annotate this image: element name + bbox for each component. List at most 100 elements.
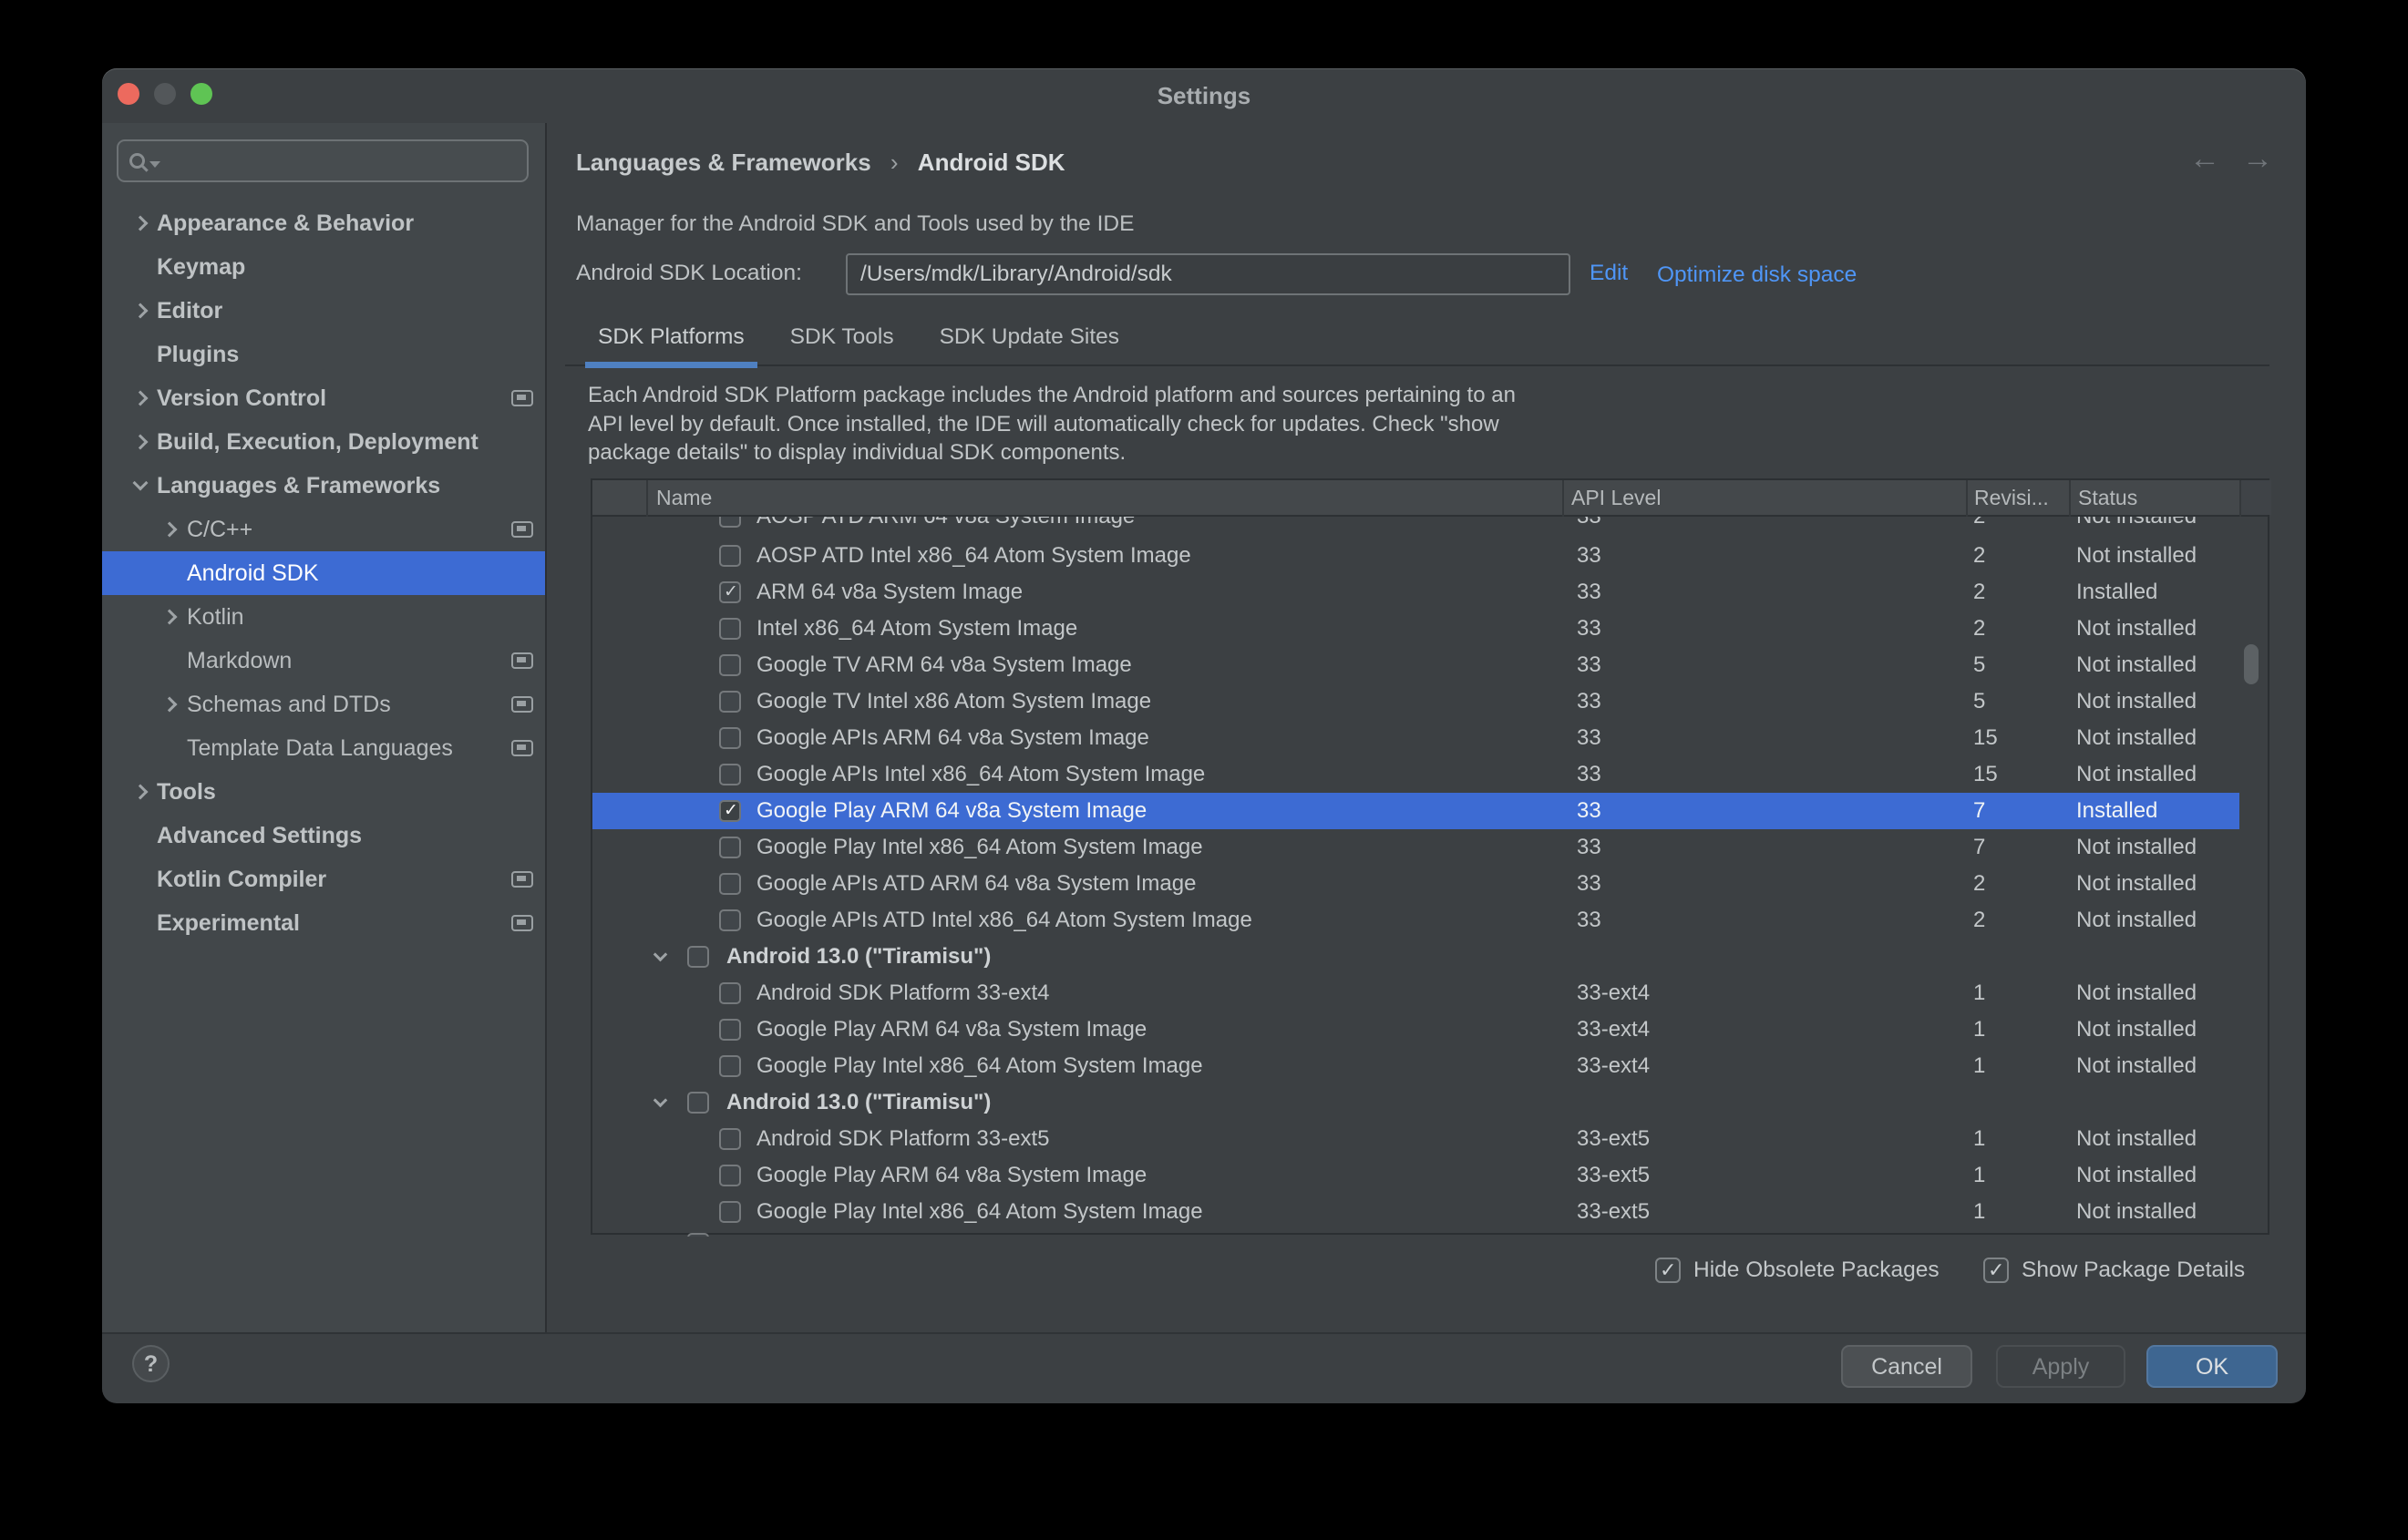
table-row-clipped[interactable]: ✓ — [592, 1230, 2268, 1237]
chevron-right-icon[interactable] — [133, 435, 149, 450]
table-row[interactable]: ✓ Google APIs ATD Intel x86_64 Atom Syst… — [592, 902, 2239, 939]
row-checkbox[interactable]: ✓ — [719, 618, 741, 640]
apply-button[interactable]: Apply — [1996, 1345, 2125, 1388]
chevron-down-icon[interactable] — [133, 476, 149, 491]
table-row[interactable]: ✓ Android SDK Platform 33-ext5 33-ext5 1… — [592, 1121, 2239, 1157]
chevron-right-icon[interactable] — [162, 697, 178, 713]
row-checkbox[interactable]: ✓ — [719, 581, 741, 603]
sidebar-item-languages-frameworks[interactable]: Languages & Frameworks — [102, 464, 545, 508]
forward-arrow-icon[interactable]: → — [2242, 141, 2273, 177]
cancel-button[interactable]: Cancel — [1841, 1345, 1972, 1388]
sidebar-item-kotlin[interactable]: Kotlin — [102, 595, 545, 639]
table-row[interactable]: ✓ Google Play Intel x86_64 Atom System I… — [592, 1048, 2239, 1084]
table-row[interactable]: ✓ Google APIs Intel x86_64 Atom System I… — [592, 756, 2239, 793]
row-checkbox[interactable]: ✓ — [719, 1201, 741, 1223]
table-row[interactable]: ✓ AOSP ATD Intel x86_64 Atom System Imag… — [592, 538, 2239, 574]
sidebar-item-experimental[interactable]: Experimental — [102, 901, 545, 945]
row-checkbox[interactable]: ✓ — [687, 1092, 709, 1114]
row-checkbox[interactable]: ✓ — [719, 727, 741, 749]
row-checkbox[interactable]: ✓ — [719, 982, 741, 1004]
sidebar-item-keymap[interactable]: Keymap — [102, 245, 545, 289]
row-checkbox[interactable]: ✓ — [719, 1019, 741, 1041]
column-header-api-level[interactable]: API Level — [1571, 480, 1661, 515]
option-checkbox[interactable]: ✓ — [1983, 1258, 2009, 1283]
row-checkbox[interactable]: ✓ — [719, 1055, 741, 1077]
sidebar-item-plugins[interactable]: Plugins — [102, 333, 545, 376]
tab-sdk-platforms[interactable]: SDK Platforms — [585, 314, 757, 366]
row-checkbox[interactable]: ✓ — [719, 764, 741, 785]
sidebar-item-appearance-behavior[interactable]: Appearance & Behavior — [102, 201, 545, 245]
table-row[interactable]: ✓ Google Play Intel x86_64 Atom System I… — [592, 1194, 2239, 1230]
chevron-right-icon[interactable] — [133, 785, 149, 800]
sidebar-item-schemas-and-dtds[interactable]: Schemas and DTDs — [102, 683, 545, 726]
row-checkbox[interactable]: ✓ — [687, 1233, 709, 1237]
chevron-right-icon[interactable] — [162, 610, 178, 625]
chevron-right-icon[interactable] — [133, 303, 149, 319]
row-checkbox[interactable]: ✓ — [719, 1165, 741, 1186]
option-checkbox[interactable]: ✓ — [1655, 1258, 1681, 1283]
row-checkbox[interactable]: ✓ — [719, 545, 741, 567]
sidebar-item-markdown[interactable]: Markdown — [102, 639, 545, 683]
tab-sdk-tools[interactable]: SDK Tools — [777, 314, 907, 366]
row-checkbox[interactable]: ✓ — [719, 691, 741, 713]
table-row[interactable]: ✓ Intel x86_64 Atom System Image 33 2 No… — [592, 611, 2239, 647]
chevron-down-icon[interactable] — [653, 1093, 668, 1108]
column-divider[interactable] — [2069, 480, 2071, 517]
breadcrumb-languages-frameworks[interactable]: Languages & Frameworks — [576, 149, 871, 176]
sidebar-item-kotlin-compiler[interactable]: Kotlin Compiler — [102, 857, 545, 901]
column-header-revisi[interactable]: Revisi... — [1974, 480, 2049, 515]
row-checkbox[interactable]: ✓ — [719, 517, 741, 528]
sidebar-item-c-c[interactable]: C/C++ — [102, 508, 545, 551]
row-checkbox[interactable]: ✓ — [719, 800, 741, 822]
table-row[interactable]: ✓ Google APIs ATD ARM 64 v8a System Imag… — [592, 866, 2239, 902]
row-checkbox[interactable]: ✓ — [719, 837, 741, 858]
table-group-row[interactable]: ✓ Android 13.0 ("Tiramisu") — [592, 1084, 2239, 1121]
sidebar-item-label: Markdown — [187, 639, 292, 683]
table-row[interactable]: ✓ Google APIs ARM 64 v8a System Image 33… — [592, 720, 2239, 756]
sidebar-item-template-data-languages[interactable]: Template Data Languages — [102, 726, 545, 770]
table-row[interactable]: ✓ Google TV Intel x86 Atom System Image … — [592, 683, 2239, 720]
sidebar-item-version-control[interactable]: Version Control — [102, 376, 545, 420]
column-divider[interactable] — [1562, 480, 1564, 517]
table-row[interactable]: ✓ Google TV ARM 64 v8a System Image 33 5… — [592, 647, 2239, 683]
optimize-disk-space-link[interactable]: Optimize disk space — [1657, 261, 1857, 290]
sidebar-item-android-sdk[interactable]: Android SDK — [102, 551, 545, 595]
table-row[interactable]: ✓ Google Play ARM 64 v8a System Image 33… — [592, 1011, 2239, 1048]
tab-sdk-update-sites[interactable]: SDK Update Sites — [927, 314, 1132, 366]
sidebar-item-tools[interactable]: Tools — [102, 770, 545, 814]
table-group-row[interactable]: ✓ Android 13.0 ("Tiramisu") — [592, 939, 2239, 975]
settings-search-box[interactable] — [117, 139, 529, 182]
search-input[interactable] — [165, 141, 527, 180]
column-divider[interactable] — [1966, 480, 1968, 517]
back-arrow-icon[interactable]: ← — [2189, 141, 2220, 177]
sidebar-item-build-execution-deployment[interactable]: Build, Execution, Deployment — [102, 420, 545, 464]
table-row-clipped[interactable]: ✓ AOSP ATD ARM 64 v8a System Image 33 2 … — [592, 517, 2268, 538]
table-group-row[interactable]: ✓ — [592, 1230, 2239, 1237]
row-checkbox[interactable]: ✓ — [687, 946, 709, 968]
sidebar-item-advanced-settings[interactable]: Advanced Settings — [102, 814, 545, 857]
row-checkbox[interactable]: ✓ — [719, 1128, 741, 1150]
chevron-right-icon[interactable] — [133, 216, 149, 231]
table-row[interactable]: ✓ Android SDK Platform 33-ext4 33-ext4 1… — [592, 975, 2239, 1011]
chevron-right-icon[interactable] — [162, 522, 178, 538]
help-button[interactable]: ? — [132, 1345, 170, 1382]
sdk-location-field[interactable] — [846, 253, 1570, 295]
table-row[interactable]: ✓ AOSP ATD ARM 64 v8a System Image 33 2 … — [592, 517, 2239, 535]
ok-button[interactable]: OK — [2146, 1345, 2278, 1388]
sidebar-item-editor[interactable]: Editor — [102, 289, 545, 333]
table-row[interactable]: ✓ Google Play ARM 64 v8a System Image 33… — [592, 1157, 2239, 1194]
row-checkbox[interactable]: ✓ — [719, 654, 741, 676]
chevron-right-icon[interactable] — [133, 391, 149, 406]
table-row[interactable]: ✓ Google Play Intel x86_64 Atom System I… — [592, 829, 2239, 866]
vertical-scrollbar-thumb[interactable] — [2244, 644, 2259, 684]
option-hide-obsolete-packages[interactable]: ✓ Hide Obsolete Packages — [1655, 1256, 1940, 1285]
table-row[interactable]: ✓ Google Play ARM 64 v8a System Image 33… — [592, 793, 2239, 829]
table-row[interactable]: ✓ ARM 64 v8a System Image 33 2 Installed — [592, 574, 2239, 611]
option-show-package-details[interactable]: ✓ Show Package Details — [1983, 1256, 2245, 1285]
column-header-status[interactable]: Status — [2078, 480, 2137, 515]
row-checkbox[interactable]: ✓ — [719, 873, 741, 895]
column-header-name[interactable]: Name — [656, 480, 712, 515]
row-checkbox[interactable]: ✓ — [719, 909, 741, 931]
chevron-down-icon[interactable] — [653, 948, 668, 962]
edit-link[interactable]: Edit — [1590, 261, 1628, 286]
